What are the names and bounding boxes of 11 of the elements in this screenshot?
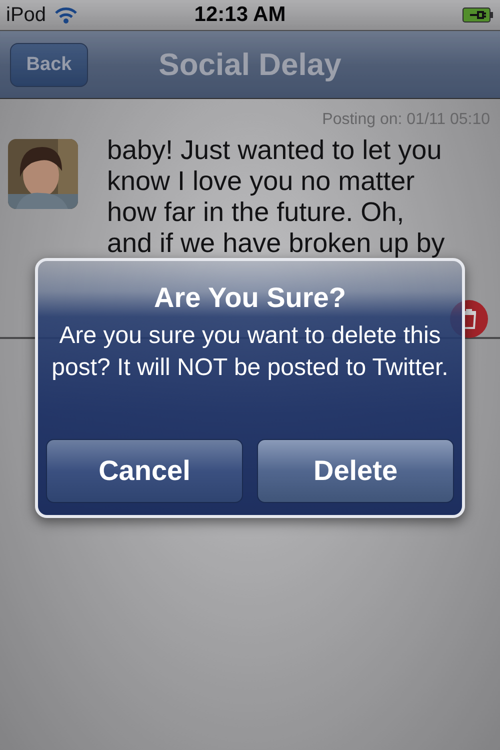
carrier-name: iPod [6, 4, 46, 26]
delete-button[interactable]: Delete [257, 439, 454, 503]
cancel-button[interactable]: Cancel [46, 439, 243, 503]
battery-icon [462, 7, 494, 23]
wifi-icon [54, 6, 78, 24]
clock-time: 12:13 AM [193, 3, 287, 27]
screen-title: Social Delay [158, 46, 342, 82]
back-button[interactable]: Back [10, 42, 88, 86]
alert-title: Are You Sure? [154, 282, 346, 314]
alert-message: Are you sure you want to delete this post? It will NOT be posted to Twitter. [50, 321, 450, 383]
post-text: baby! Just wanted to let you know I love you no matter how far in the future. Oh, and if we have broken up by [107, 135, 446, 259]
